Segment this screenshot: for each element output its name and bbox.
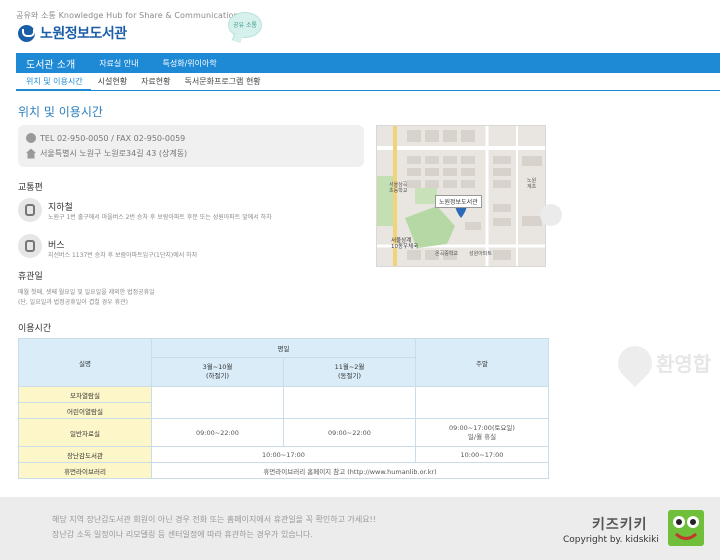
subnav-item-location-hours[interactable]: 위치 및 이용시간 <box>16 73 91 91</box>
table-row: 휴먼라이브러리 휴먼라이브러리 홈페이지 참고 (http://www.huma… <box>18 462 549 479</box>
watermark-pin-icon <box>610 338 660 388</box>
map-label-school1: 서울상곡 초등학교 <box>389 182 408 194</box>
address-row: 서울특별시 노원구 노원로34길 43 (상계동) <box>26 148 187 159</box>
bus-icon <box>18 234 42 258</box>
map-label-apt: 성원아파트 <box>469 251 493 257</box>
main-nav: 도서관 소개 자료실 안내 특성화/위이아학 <box>16 53 720 73</box>
footer-line-2: 장난감 소독 일정이나 리모델링 등 센터일정에 따라 휴관하는 경우가 있습니… <box>52 530 313 539</box>
table-row: 장난감도서관 10:00~17:00 10:00~17:00 <box>18 446 549 463</box>
row-name: 휴먼라이브러리 <box>18 462 152 479</box>
library-logo[interactable]: 노원정보도서관 <box>18 23 127 43</box>
brand-name: 키즈키키 <box>592 517 648 533</box>
subnav-item-collection[interactable]: 자료현황 <box>134 76 177 87</box>
map-label-library: 노원정보도서관 <box>435 195 482 208</box>
cell-winter: 09:00~22:00 <box>283 418 416 447</box>
map-label-school2: 온곡중학교 <box>435 251 459 257</box>
library-logo-icon <box>18 24 35 42</box>
page-title: 위치 및 이용시간 <box>18 105 103 119</box>
subway-icon <box>18 198 42 222</box>
frog-icon <box>668 510 704 546</box>
cell-merged-all: 휴먼라이브러리 홈페이지 참고 (http://www.humanlib.or.… <box>151 462 549 479</box>
hours-heading: 이용시간 <box>18 324 52 334</box>
subway-desc: 노원구 1번 출구에서 마을버스 2번 승차 후 보람아파트 후문 또는 성원아… <box>48 214 272 221</box>
map-label-station: 서울상계 10동우체국 <box>391 238 419 250</box>
col-header-weekday: 평일 <box>151 338 416 358</box>
contact-box: TEL 02-950-0050 / FAX 02-950-0059 서울특별시 … <box>18 125 364 167</box>
subnav-item-facilities[interactable]: 시설현황 <box>91 76 134 87</box>
site-tagline: 공유와 소통 Knowledge Hub for Share & Communi… <box>16 11 239 20</box>
sub-nav: 위치 및 이용시간 시설현황 자료현황 독서문화프로그램 현황 <box>16 73 720 91</box>
col-header-winter: 11월~2월 (동절기) <box>283 357 416 387</box>
row-name: 일반자료실 <box>18 418 152 447</box>
nav-item-library-intro[interactable]: 도서관 소개 <box>16 55 88 71</box>
row-name: 모자열람실 <box>18 386 152 403</box>
table-row: 모자열람실 <box>18 386 549 419</box>
col-header-room: 실명 <box>18 338 152 387</box>
map-side-decor <box>540 204 562 226</box>
cell-winter <box>283 386 416 419</box>
phone-row: TEL 02-950-0050 / FAX 02-950-0059 <box>26 133 185 143</box>
cell-weekend: 09:00~17:00(토요일) 일/월 휴실 <box>415 418 549 447</box>
home-icon <box>26 148 36 159</box>
page: 공유와 소통 Knowledge Hub for Share & Communi… <box>0 0 720 560</box>
hours-table: 실명 평일 주말 3월~10월 (하절기) 11월~2월 (동절기) 모자열람실… <box>18 338 549 479</box>
cell-weekend: 10:00~17:00 <box>415 446 549 463</box>
cell-weekday-merged: 10:00~17:00 <box>151 446 416 463</box>
nav-item-reading-room[interactable]: 자료실 안내 <box>87 58 150 69</box>
cell-summer <box>151 386 284 419</box>
closed-line-2: (단, 일요일과 법정공휴일이 겹칠 경우 휴관) <box>18 299 128 306</box>
col-header-summer: 3월~10월 (하절기) <box>151 357 284 387</box>
table-row: 일반자료실 09:00~22:00 09:00~22:00 09:00~17:0… <box>18 418 549 447</box>
closed-line-1: 매월 첫째, 셋째 월요일 및 일요일을 제외한 법정공휴일 <box>18 289 155 296</box>
bus-desc: 지선버스 1137번 승차 후 보람아파트입구(1단지)에서 하차 <box>48 252 198 259</box>
cell-summer: 09:00~22:00 <box>151 418 284 447</box>
col-header-weekend: 주말 <box>415 338 549 387</box>
phone-text: TEL 02-950-0050 / FAX 02-950-0059 <box>40 133 186 143</box>
location-map[interactable]: 노원정보도서관 서울상곡 초등학교 서울상계 10동우체국 온곡중학교 성원아파… <box>376 125 546 267</box>
frog-logo <box>668 510 704 546</box>
map-label-top-right: 노원 계초 <box>527 178 537 190</box>
subnav-item-programs[interactable]: 독서문화프로그램 현황 <box>178 76 268 87</box>
address-text: 서울특별시 노원구 노원로34길 43 (상계동) <box>40 149 188 158</box>
row-name: 장난감도서관 <box>18 446 152 463</box>
speech-bubble-badge: 공유 소통 <box>228 12 262 38</box>
copyright-text: Copyright by. kidskiki <box>563 535 659 545</box>
transport-heading: 교통편 <box>18 183 43 193</box>
cell-weekend <box>415 386 549 419</box>
footer-line-1: 해당 지역 장난감도서관 회원이 아닌 경우 전화 또는 홈페이지에서 휴관일을… <box>52 515 376 524</box>
row-name: 어린이열람실 <box>18 402 152 419</box>
closed-heading: 휴관일 <box>18 272 43 282</box>
watermark-text: 환영합 <box>656 352 712 376</box>
phone-icon <box>26 133 36 143</box>
nav-item-special[interactable]: 특성화/위이아학 <box>151 58 229 69</box>
library-logo-text: 노원정보도서관 <box>40 26 127 42</box>
footer: 해당 지역 장난감도서관 회원이 아닌 경우 전화 또는 홈페이지에서 휴관일을… <box>0 497 720 560</box>
